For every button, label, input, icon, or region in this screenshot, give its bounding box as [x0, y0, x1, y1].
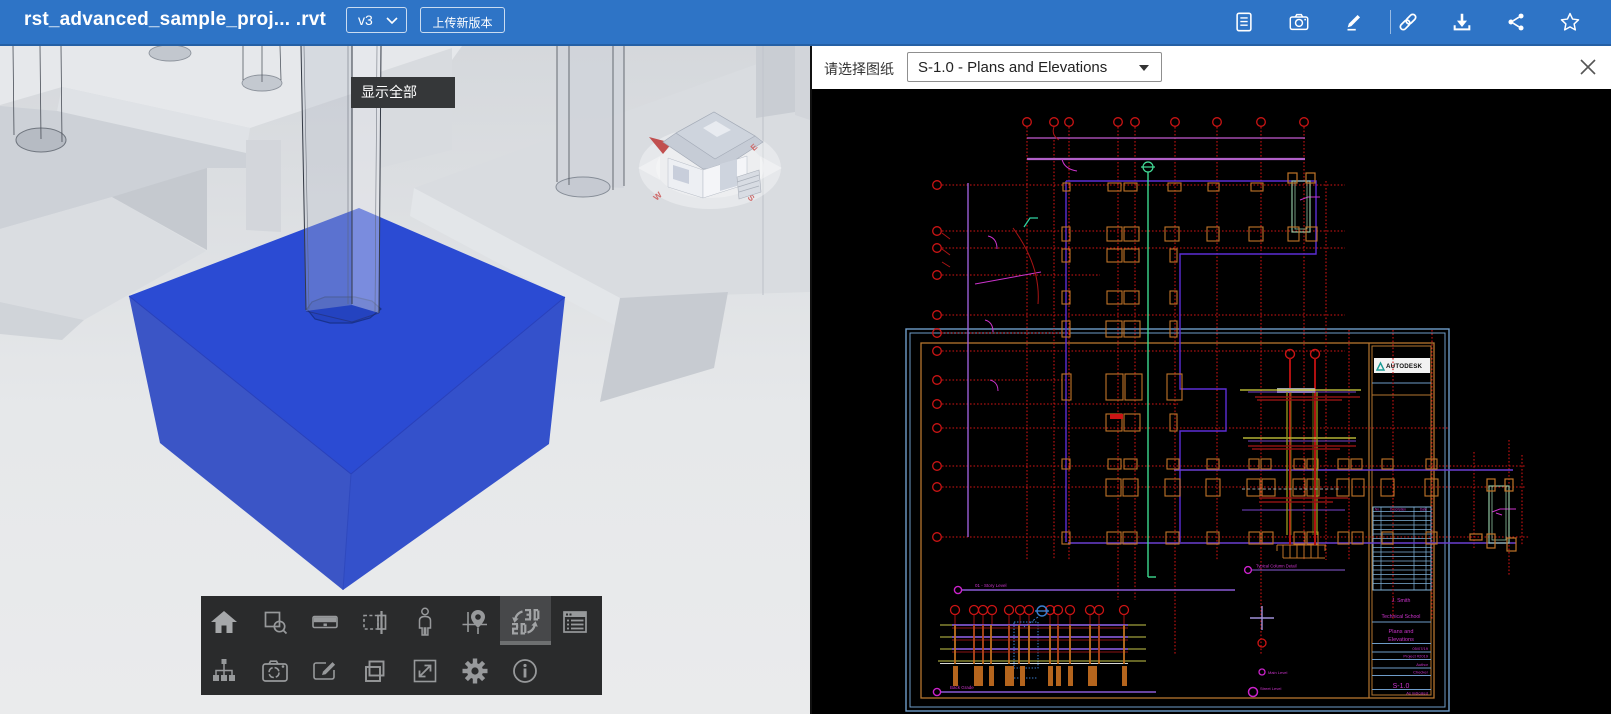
svg-text:Author: Author [1416, 662, 1428, 667]
svg-text:J. Smith: J. Smith [1392, 598, 1411, 604]
svg-text:Main Level: Main Level [1268, 670, 1287, 675]
svg-text:AUTODESK: AUTODESK [1386, 363, 1423, 370]
svg-text:Project #2019: Project #2019 [1403, 654, 1428, 659]
svg-text:Date: Date [1420, 508, 1427, 512]
svg-text:Technical School: Technical School [1382, 614, 1421, 620]
svg-text:Typical Column Detail: Typical Column Detail [1256, 564, 1297, 569]
svg-text:Description: Description [1390, 508, 1406, 512]
svg-text:S-1.0: S-1.0 [1393, 683, 1410, 690]
svg-text:Plans and: Plans and [1389, 629, 1414, 635]
svg-text:As indicated: As indicated [1406, 691, 1428, 696]
svg-text:Checker: Checker [1413, 670, 1429, 675]
svg-text:05/07/19: 05/07/19 [1412, 646, 1428, 651]
svg-text:01 - Story Level: 01 - Story Level [975, 583, 1007, 588]
svg-text:No.: No. [1375, 508, 1380, 512]
svg-text:Elevations: Elevations [1388, 637, 1414, 643]
svg-text:Street Level: Street Level [1260, 686, 1281, 691]
